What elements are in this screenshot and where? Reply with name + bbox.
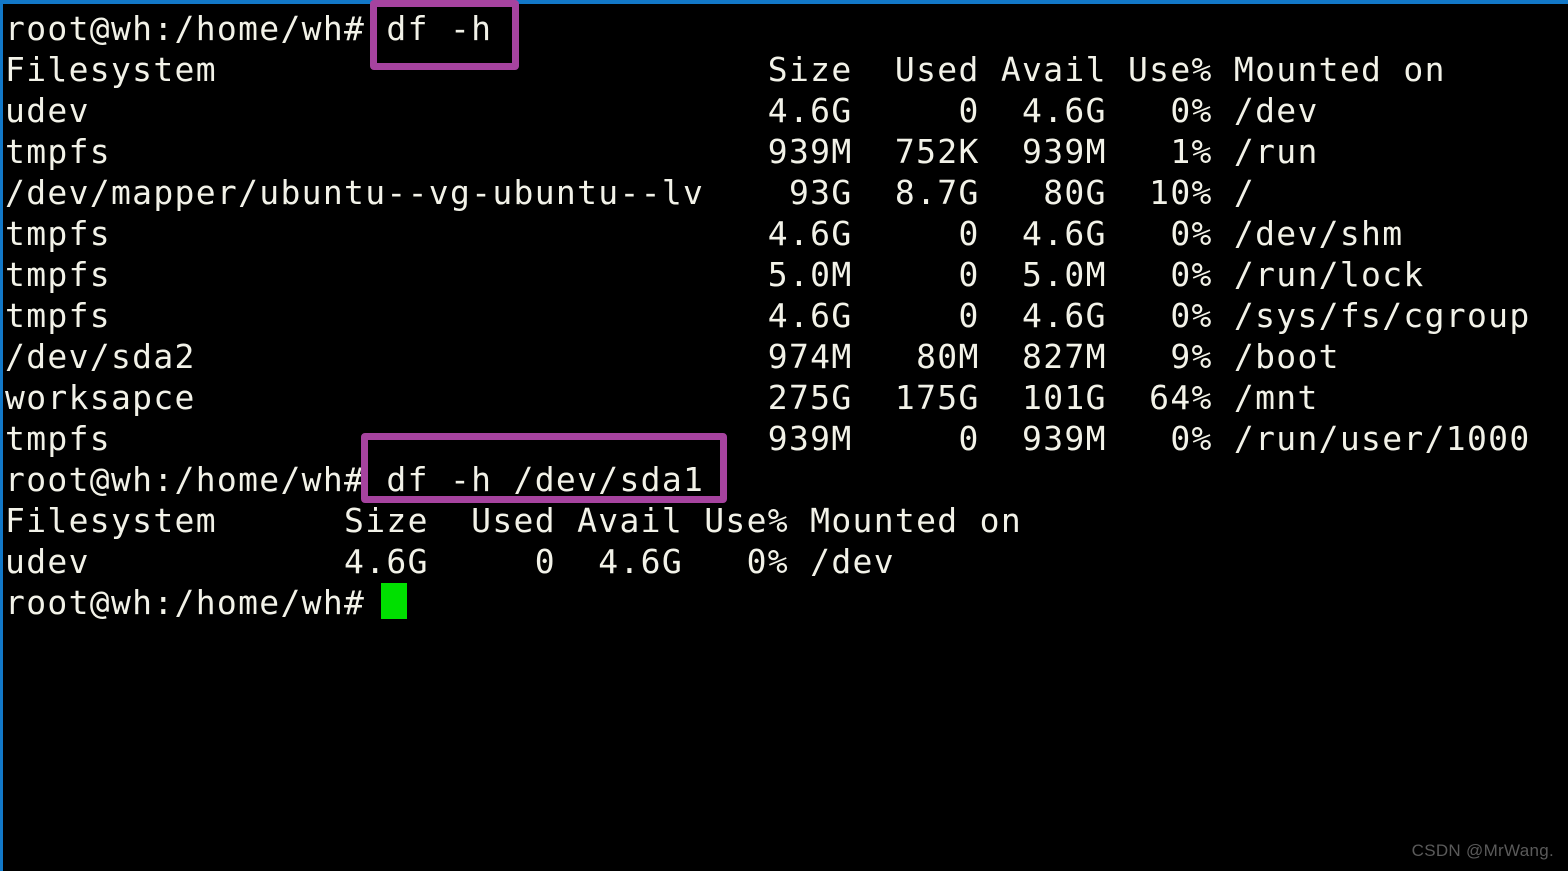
terminal-line: tmpfs 939M 0 939M 0% /run/user/1000	[5, 419, 1530, 458]
terminal-line: udev 4.6G 0 4.6G 0% /dev	[5, 91, 1318, 130]
terminal-line: udev 4.6G 0 4.6G 0% /dev	[5, 542, 894, 581]
window-left-border	[0, 0, 3, 871]
terminal-line: /dev/mapper/ubuntu--vg-ubuntu--lv 93G 8.…	[5, 173, 1254, 212]
terminal-line: /dev/sda2 974M 80M 827M 9% /boot	[5, 337, 1339, 376]
watermark: CSDN @MrWang.	[1411, 841, 1554, 860]
window-top-border	[0, 0, 1568, 4]
terminal-line: tmpfs 5.0M 0 5.0M 0% /run/lock	[5, 255, 1424, 294]
terminal-line: tmpfs 939M 752K 939M 1% /run	[5, 132, 1318, 171]
terminal-cursor	[381, 583, 407, 619]
terminal-window[interactable]: root@wh:/home/wh# df -h Filesystem Size U…	[0, 0, 1568, 871]
terminal-output[interactable]: root@wh:/home/wh# df -h Filesystem Size U…	[5, 8, 1565, 623]
terminal-line: root@wh:/home/wh# df -h /dev/sda1	[5, 460, 703, 499]
terminal-line: Filesystem Size Used Avail Use% Mounted …	[5, 50, 1445, 89]
terminal-line: root@wh:/home/wh#	[5, 583, 364, 622]
terminal-line: tmpfs 4.6G 0 4.6G 0% /dev/shm	[5, 214, 1403, 253]
terminal-line: tmpfs 4.6G 0 4.6G 0% /sys/fs/cgroup	[5, 296, 1530, 335]
terminal-line: Filesystem Size Used Avail Use% Mounted …	[5, 501, 1021, 540]
terminal-line: root@wh:/home/wh# df -h	[5, 9, 491, 48]
terminal-line: worksapce 275G 175G 101G 64% /mnt	[5, 378, 1318, 417]
